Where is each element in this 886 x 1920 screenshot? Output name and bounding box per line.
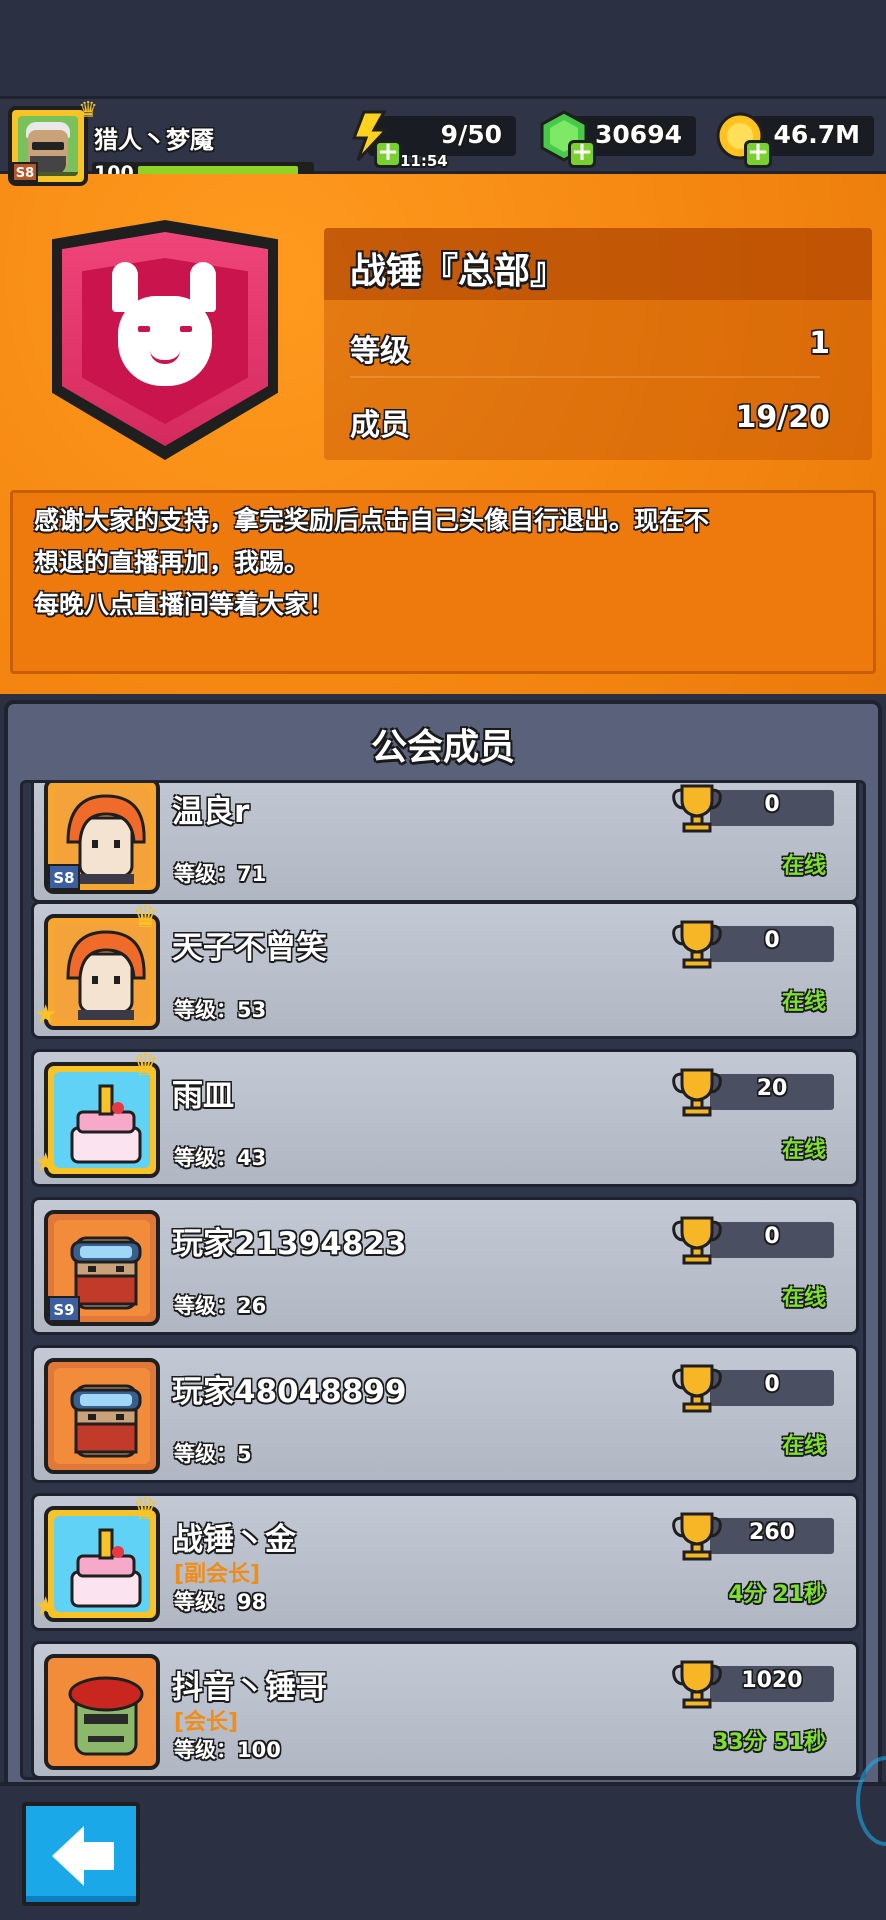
guild-name: 战锤『总部』	[350, 251, 567, 292]
member-card[interactable]: 玩家48048899 等级：5 0 在线	[31, 1345, 859, 1483]
member-status: 在线	[781, 1286, 826, 1311]
member-name: 抖音丶锤哥	[172, 1670, 327, 1706]
member-trophies: 0	[764, 1224, 780, 1249]
members-list[interactable]: S8 温良r 等级：71 0 在线 ♛ ★ 天子不曾笑等级：53 0 在线 ♛ ★ 雨皿等级：43 20 在…	[20, 780, 866, 1780]
member-role: [会长]	[174, 1710, 239, 1735]
star-icon: ★	[34, 1148, 58, 1178]
season-badge: S8	[12, 162, 38, 182]
member-trophies: 0	[764, 792, 780, 817]
member-trophies: 20	[756, 1076, 788, 1101]
llama-icon	[118, 296, 212, 386]
member-trophies: 0	[764, 928, 780, 953]
member-status: 4分 21秒	[728, 1582, 826, 1607]
crown-icon: ♛	[78, 98, 98, 123]
coin-icon[interactable]: +	[714, 110, 772, 168]
crown-icon: ♛	[132, 1048, 159, 1083]
member-level: 等级：43	[174, 1146, 267, 1170]
member-level: 等级：53	[174, 998, 267, 1022]
trophy-icon	[670, 1362, 724, 1414]
member-status: 在线	[781, 1138, 826, 1163]
member-name: 玩家21394823	[172, 1226, 407, 1262]
player-name: 猎人丶梦魇	[94, 126, 214, 154]
crown-icon: ♛	[132, 1492, 159, 1527]
member-name: 玩家48048899	[172, 1374, 407, 1410]
member-status: 33分 51秒	[713, 1730, 826, 1755]
guild-members-value: 19/20	[735, 400, 830, 435]
member-trophies: 260	[749, 1520, 795, 1545]
member-trophies: 0	[764, 1372, 780, 1397]
member-status: 在线	[781, 854, 826, 879]
member-name: 战锤丶金	[172, 1522, 296, 1558]
member-level: 等级：100	[174, 1738, 281, 1762]
star-icon: ★	[34, 1592, 58, 1622]
member-avatar[interactable]: S9	[44, 1210, 160, 1326]
member-card[interactable]: ♛ ★ 雨皿等级：43 20 在线	[31, 1048, 859, 1187]
member-name: 天子不曾笑	[172, 930, 327, 966]
player-avatar[interactable]: S8 ♛	[8, 98, 98, 186]
guild-level-value: 1	[809, 326, 830, 361]
member-level: 等级：71	[174, 862, 267, 886]
add-coins-button[interactable]: +	[744, 139, 772, 168]
energy-value: 9/50	[440, 120, 502, 149]
member-level: 等级：26	[174, 1294, 267, 1318]
member-level: 等级：5	[174, 1442, 252, 1466]
member-card[interactable]: S8 温良r 等级：71 0 在线	[31, 783, 859, 903]
member-card[interactable]: ♛ ★ 天子不曾笑等级：53 0 在线	[31, 900, 859, 1039]
member-status: 在线	[781, 990, 826, 1015]
guild-level-label: 等级	[350, 334, 410, 369]
add-gems-button[interactable]: +	[568, 139, 596, 168]
member-card[interactable]: S9 玩家21394823 等级：26 0 在线	[31, 1197, 859, 1335]
crown-icon: ♛	[132, 900, 159, 935]
member-avatar[interactable]	[44, 1358, 160, 1474]
member-trophies: 1020	[741, 1668, 803, 1693]
member-card[interactable]: ♛ ★ 战锤丶金 [副会长] 等级：98 260 4分 21秒	[31, 1492, 859, 1631]
member-season-badge: S9	[48, 1296, 80, 1322]
energy-timer: 11:54	[400, 152, 448, 170]
status-bar	[0, 0, 886, 96]
coins-value: 46.7M	[773, 120, 860, 149]
gem-icon[interactable]: +	[538, 110, 596, 168]
member-avatar[interactable]	[44, 1654, 160, 1770]
trophy-icon	[670, 1658, 724, 1710]
member-name: 雨皿	[172, 1078, 234, 1114]
gems-value: 30694	[595, 120, 682, 149]
lightning-icon[interactable]: +	[344, 110, 402, 168]
member-status: 在线	[781, 1434, 826, 1459]
member-avatar[interactable]: S8	[44, 783, 160, 894]
add-energy-button[interactable]: +	[374, 139, 402, 168]
trophy-icon	[670, 783, 724, 834]
member-level: 等级：98	[174, 1590, 267, 1614]
member-name: 温良r	[172, 794, 250, 830]
member-card[interactable]: 抖音丶锤哥 [会长] 等级：100 1020 33分 51秒	[31, 1641, 859, 1777]
member-role: [副会长]	[174, 1562, 261, 1587]
trophy-icon	[670, 1066, 724, 1118]
trophy-icon	[670, 1214, 724, 1266]
members-title: 公会成员	[370, 727, 515, 768]
guild-notice-text: 感谢大家的支持，拿完奖励后点击自己头像自行退出。现在不 想退的直播再加，我踢。 …	[34, 506, 710, 619]
star-icon: ★	[34, 1000, 58, 1030]
back-button[interactable]	[22, 1802, 140, 1906]
trophy-icon	[670, 918, 724, 970]
member-season-badge: S8	[48, 864, 80, 890]
guild-members-label: 成员	[350, 408, 410, 443]
trophy-icon	[670, 1510, 724, 1562]
